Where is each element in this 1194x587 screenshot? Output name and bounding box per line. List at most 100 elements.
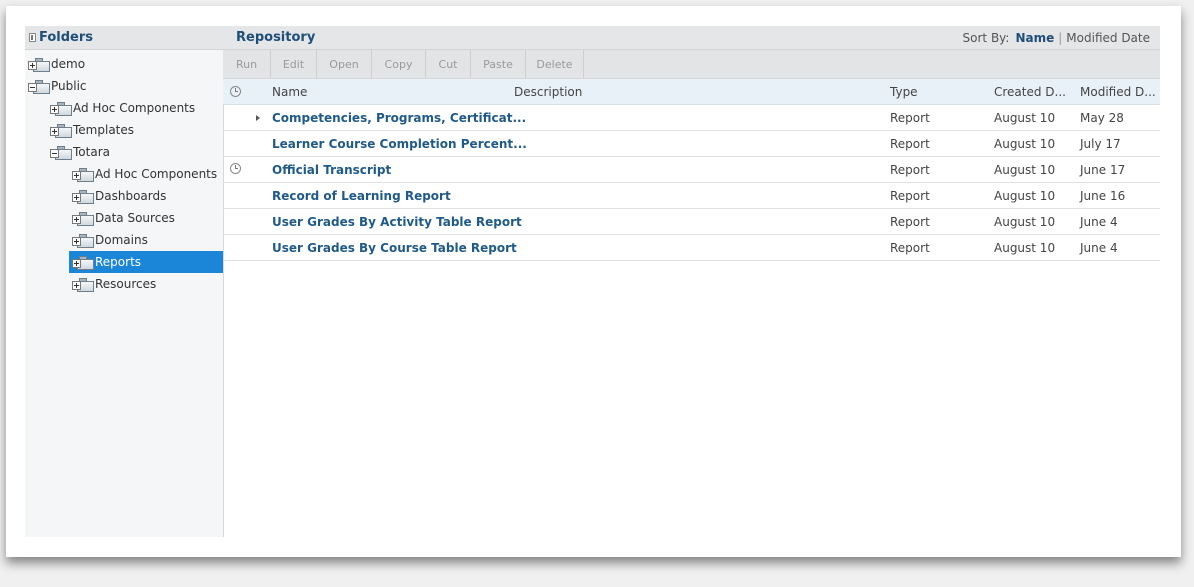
folder-icon [28,57,50,72]
delete-button[interactable]: Delete [526,50,584,78]
repository-panel: Repository Sort By: Name | Modified Date… [223,26,1160,537]
expand-toggle-icon[interactable] [50,126,59,136]
collapse-toggle-icon[interactable] [50,148,59,158]
tree-item-data-sources[interactable]: Data Sources [72,207,175,229]
report-modified-date: June 4 [1080,215,1118,229]
column-header-modified[interactable]: Modified D... [1080,85,1156,99]
tree-item-templates[interactable]: Templates [50,119,134,141]
folder-icon [72,255,94,270]
column-header-name[interactable]: Name [272,85,307,99]
tree-item-label: demo [51,57,86,71]
report-name-link[interactable]: Record of Learning Report [272,189,451,203]
expand-toggle-icon[interactable] [72,170,81,180]
folder-icon [72,167,94,182]
table-row[interactable]: User Grades By Activity Table Report Rep… [223,209,1160,235]
report-type: Report [890,163,930,177]
report-type: Report [890,215,930,229]
tree-item-domains[interactable]: Domains [72,229,148,251]
table-row[interactable]: User Grades By Course Table Report Repor… [223,235,1160,261]
report-name-link[interactable]: User Grades By Course Table Report [272,241,517,255]
cut-button[interactable]: Cut [426,50,471,78]
sort-by-modified-date-link[interactable]: Modified Date [1066,31,1150,45]
report-created-date: August 10 [994,215,1056,229]
report-modified-date: June 17 [1080,163,1126,177]
report-type: Report [890,137,930,151]
report-created-date: August 10 [994,241,1056,255]
report-type: Report [890,241,930,255]
table-row[interactable]: Record of Learning Report Report August … [223,183,1160,209]
expand-arrow-icon[interactable] [256,115,260,121]
repository-header: Repository Sort By: Name | Modified Date [223,26,1160,50]
report-name-link[interactable]: User Grades By Activity Table Report [272,215,522,229]
report-name-link[interactable]: Learner Course Completion Percent... [272,137,527,151]
sort-by-name-link[interactable]: Name [1015,31,1054,45]
folder-icon [50,123,72,138]
expand-toggle-icon[interactable] [28,60,37,70]
report-modified-date: June 16 [1080,189,1126,203]
tree-item-demo[interactable]: demo [28,53,85,75]
tree-item-label: Totara [73,145,110,159]
table-row[interactable]: Official Transcript Report August 10 Jun… [223,157,1160,183]
sort-label: Sort By: [962,30,1010,45]
tree-item-resources[interactable]: Resources [72,273,156,295]
report-created-date: August 10 [994,189,1056,203]
edit-button[interactable]: Edit [271,50,317,78]
tree-item-label: Data Sources [95,211,175,225]
report-created-date: August 10 [994,137,1056,151]
tree-item-label: Ad Hoc Components [95,167,218,181]
folder-icon [72,189,94,204]
report-name-link[interactable]: Competencies, Programs, Certificat... [272,111,526,125]
folder-icon [72,233,94,248]
tree-item-totara[interactable]: Totara [50,141,110,163]
tree-item-label: Public [51,79,87,93]
scheduled-clock-icon [230,163,241,174]
column-header-row: Name Description Type Created D... Modif… [223,79,1160,105]
tree-item-label: Reports [95,255,142,269]
report-modified-date: July 17 [1080,137,1121,151]
tree-item-label: Dashboards [95,189,167,203]
tree-item-label: Domains [95,233,148,247]
tree-item-public-ad-hoc-components[interactable]: Ad Hoc Components [50,97,195,119]
toolbar: Run Edit Open Copy Cut Paste Delete [223,50,1160,79]
expand-toggle-icon[interactable] [72,192,81,202]
folder-icon [28,79,50,94]
column-header-type[interactable]: Type [890,85,918,99]
repository-title: Repository [236,30,316,45]
folders-title: Folders [39,30,94,45]
open-button[interactable]: Open [317,50,372,78]
report-name-link[interactable]: Official Transcript [272,163,391,177]
column-header-description[interactable]: Description [514,85,582,99]
tree-item-label: Ad Hoc Components [73,101,196,115]
folder-icon [50,101,72,116]
collapse-panel-icon[interactable] [29,33,36,42]
report-modified-date: May 28 [1080,111,1124,125]
sort-divider: | [1058,30,1063,45]
copy-button[interactable]: Copy [372,50,426,78]
sort-control: Sort By: Name | Modified Date [963,31,1150,45]
expand-toggle-icon[interactable] [72,258,81,268]
tree-item-public[interactable]: Public [28,75,87,97]
tree-item-totara-ad-hoc-components[interactable]: Ad Hoc Components [72,163,217,185]
tree-item-label: Templates [73,123,135,137]
tree-item-reports[interactable]: Reports [69,251,223,273]
folder-icon [72,277,94,292]
tree-item-label: Resources [95,277,157,291]
expand-toggle-icon[interactable] [72,236,81,246]
expand-toggle-icon[interactable] [72,280,81,290]
expand-toggle-icon[interactable] [50,104,59,114]
folder-icon [72,211,94,226]
collapse-toggle-icon[interactable] [28,82,37,92]
report-created-date: August 10 [994,163,1056,177]
report-created-date: August 10 [994,111,1056,125]
folders-header: Folders [25,26,223,50]
paste-button[interactable]: Paste [471,50,526,78]
repository-list: Competencies, Programs, Certificat... Re… [223,105,1160,261]
tree-item-dashboards[interactable]: Dashboards [72,185,166,207]
run-button[interactable]: Run [223,50,271,78]
table-row[interactable]: Learner Course Completion Percent... Rep… [223,131,1160,157]
schedule-clock-icon [230,86,241,97]
column-header-created[interactable]: Created D... [994,85,1066,99]
table-row[interactable]: Competencies, Programs, Certificat... Re… [223,105,1160,131]
expand-toggle-icon[interactable] [72,214,81,224]
report-type: Report [890,189,930,203]
